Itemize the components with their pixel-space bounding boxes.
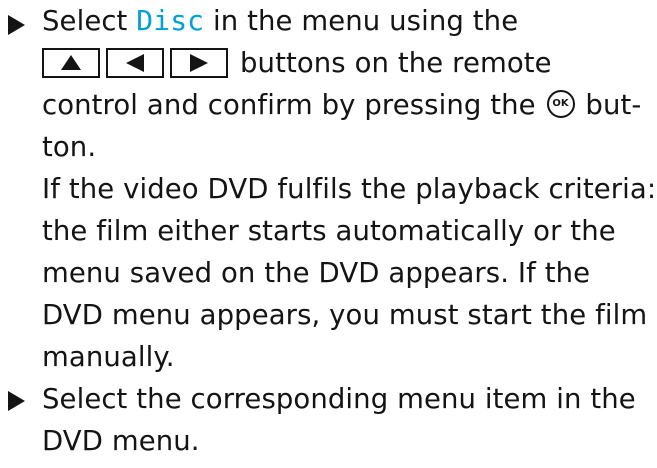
step1-line-3: control and confirm by pressing the OK b…: [42, 84, 641, 126]
step1-line1-pre: Select: [42, 5, 137, 37]
step1-line3-pre: control and confirm by pressing the: [42, 89, 545, 121]
step1-line-5: If the video DVD fulfils the playback cr…: [42, 173, 657, 205]
instruction-page: Select Disc in the menu using the ▲◀▶ but…: [0, 0, 657, 468]
right-key-icon: ▶: [170, 48, 228, 78]
bullet-arrow-icon: [8, 15, 25, 35]
step1-line-2: ▲◀▶ buttons on the remote: [42, 42, 552, 84]
step1-line2-text: buttons on the remote: [240, 47, 552, 79]
step2-line-1: Select the corresponding menu item in th…: [42, 383, 636, 415]
step1-line-9: manually.: [42, 341, 175, 373]
bullet-arrow-icon: [8, 391, 25, 411]
disc-menu-item-label: Disc: [136, 4, 205, 37]
ok-button-icon: OK: [546, 90, 575, 118]
remote-key-group: ▲◀▶: [42, 41, 228, 83]
step1-line1-post: in the menu using the: [204, 5, 519, 37]
step1-line-6: the film either starts automatically or …: [42, 215, 616, 247]
step1-line-7: menu saved on the DVD appears. If the: [42, 257, 591, 289]
step1-line-1: Select Disc in the menu using the: [42, 0, 518, 42]
left-key-icon: ◀: [106, 48, 164, 78]
step2-line-2: DVD menu.: [42, 425, 200, 457]
step1-line-8: DVD menu appears, you must start the fil…: [42, 299, 648, 331]
step1-line3-post: but-: [576, 89, 642, 121]
step1-line-4: ton.: [42, 131, 97, 163]
up-key-icon: ▲: [42, 48, 100, 78]
